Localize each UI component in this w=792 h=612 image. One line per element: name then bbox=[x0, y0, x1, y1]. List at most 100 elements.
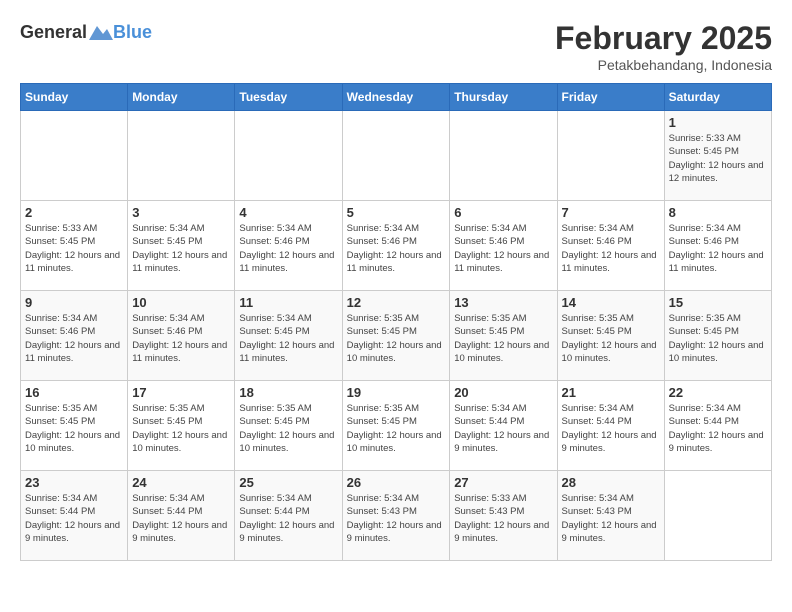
calendar-cell: 28Sunrise: 5:34 AM Sunset: 5:43 PM Dayli… bbox=[557, 471, 664, 561]
weekday-header-wednesday: Wednesday bbox=[342, 84, 450, 111]
calendar-cell: 19 Sunrise: 5:35 AM Sunset: 5:45 PM Dayli… bbox=[342, 381, 450, 471]
day-info: Sunrise: 5:34 AM Sunset: 5:46 PM Dayligh… bbox=[239, 222, 337, 275]
calendar-cell: 24 Sunrise: 5:34 AM Sunset: 5:44 PM Dayli… bbox=[128, 471, 235, 561]
day-number: 12 bbox=[347, 295, 446, 310]
day-number: 8 bbox=[669, 205, 767, 220]
logo-icon bbox=[89, 20, 113, 44]
day-number: 9 bbox=[25, 295, 123, 310]
calendar-cell: 1Sunrise: 5:33 AM Sunset: 5:45 PM Daylig… bbox=[664, 111, 771, 201]
day-number: 6 bbox=[454, 205, 552, 220]
logo-blue: Blue bbox=[113, 22, 152, 43]
day-number: 2 bbox=[25, 205, 123, 220]
day-info: Sunrise: 5:34 AM Sunset: 5:44 PM Dayligh… bbox=[132, 492, 230, 545]
weekday-header-thursday: Thursday bbox=[450, 84, 557, 111]
weekday-header-monday: Monday bbox=[128, 84, 235, 111]
day-info: Sunrise: 5:34 AM Sunset: 5:44 PM Dayligh… bbox=[25, 492, 123, 545]
calendar-cell: 15Sunrise: 5:35 AM Sunset: 5:45 PM Dayli… bbox=[664, 291, 771, 381]
calendar-cell bbox=[664, 471, 771, 561]
calendar-cell: 3 Sunrise: 5:34 AM Sunset: 5:45 PM Daylig… bbox=[128, 201, 235, 291]
calendar-cell: 2Sunrise: 5:33 AM Sunset: 5:45 PM Daylig… bbox=[21, 201, 128, 291]
page-header: General Blue February 2025 Petakbehandan… bbox=[20, 20, 772, 73]
day-info: Sunrise: 5:34 AM Sunset: 5:44 PM Dayligh… bbox=[669, 402, 767, 455]
calendar-cell: 12Sunrise: 5:35 AM Sunset: 5:45 PM Dayli… bbox=[342, 291, 450, 381]
calendar-cell bbox=[557, 111, 664, 201]
calendar-cell: 14 Sunrise: 5:35 AM Sunset: 5:45 PM Dayli… bbox=[557, 291, 664, 381]
calendar-week-row: 16 Sunrise: 5:35 AM Sunset: 5:45 PM Dayli… bbox=[21, 381, 772, 471]
day-number: 24 bbox=[132, 475, 230, 490]
calendar-table: SundayMondayTuesdayWednesdayThursdayFrid… bbox=[20, 83, 772, 561]
day-number: 11 bbox=[239, 295, 337, 310]
day-number: 10 bbox=[132, 295, 230, 310]
calendar-cell: 11 Sunrise: 5:34 AM Sunset: 5:45 PM Dayli… bbox=[235, 291, 342, 381]
title-block: February 2025 Petakbehandang, Indonesia bbox=[555, 20, 772, 73]
calendar-cell: 17 Sunrise: 5:35 AM Sunset: 5:45 PM Dayli… bbox=[128, 381, 235, 471]
day-number: 23 bbox=[25, 475, 123, 490]
day-number: 5 bbox=[347, 205, 446, 220]
calendar-cell: 25 Sunrise: 5:34 AM Sunset: 5:44 PM Dayli… bbox=[235, 471, 342, 561]
day-number: 13 bbox=[454, 295, 552, 310]
calendar-cell: 18Sunrise: 5:35 AM Sunset: 5:45 PM Dayli… bbox=[235, 381, 342, 471]
day-info: Sunrise: 5:34 AM Sunset: 5:46 PM Dayligh… bbox=[132, 312, 230, 365]
weekday-header-row: SundayMondayTuesdayWednesdayThursdayFrid… bbox=[21, 84, 772, 111]
day-info: Sunrise: 5:34 AM Sunset: 5:44 PM Dayligh… bbox=[562, 402, 660, 455]
calendar-cell: 4 Sunrise: 5:34 AM Sunset: 5:46 PM Daylig… bbox=[235, 201, 342, 291]
day-info: Sunrise: 5:35 AM Sunset: 5:45 PM Dayligh… bbox=[454, 312, 552, 365]
calendar-body: 1Sunrise: 5:33 AM Sunset: 5:45 PM Daylig… bbox=[21, 111, 772, 561]
day-info: Sunrise: 5:34 AM Sunset: 5:45 PM Dayligh… bbox=[239, 312, 337, 365]
logo-general: General bbox=[20, 22, 87, 43]
day-number: 7 bbox=[562, 205, 660, 220]
calendar-cell bbox=[342, 111, 450, 201]
day-number: 26 bbox=[347, 475, 446, 490]
day-number: 17 bbox=[132, 385, 230, 400]
day-number: 25 bbox=[239, 475, 337, 490]
day-info: Sunrise: 5:33 AM Sunset: 5:43 PM Dayligh… bbox=[454, 492, 552, 545]
calendar-cell: 9 Sunrise: 5:34 AM Sunset: 5:46 PM Daylig… bbox=[21, 291, 128, 381]
calendar-cell: 7 Sunrise: 5:34 AM Sunset: 5:46 PM Daylig… bbox=[557, 201, 664, 291]
day-info: Sunrise: 5:34 AM Sunset: 5:46 PM Dayligh… bbox=[669, 222, 767, 275]
month-year-title: February 2025 bbox=[555, 20, 772, 57]
day-info: Sunrise: 5:34 AM Sunset: 5:46 PM Dayligh… bbox=[347, 222, 446, 275]
day-number: 4 bbox=[239, 205, 337, 220]
calendar-cell: 23 Sunrise: 5:34 AM Sunset: 5:44 PM Dayli… bbox=[21, 471, 128, 561]
day-info: Sunrise: 5:35 AM Sunset: 5:45 PM Dayligh… bbox=[347, 402, 446, 455]
calendar-header: SundayMondayTuesdayWednesdayThursdayFrid… bbox=[21, 84, 772, 111]
calendar-cell: 22 Sunrise: 5:34 AM Sunset: 5:44 PM Dayli… bbox=[664, 381, 771, 471]
day-info: Sunrise: 5:34 AM Sunset: 5:44 PM Dayligh… bbox=[454, 402, 552, 455]
weekday-header-friday: Friday bbox=[557, 84, 664, 111]
day-info: Sunrise: 5:35 AM Sunset: 5:45 PM Dayligh… bbox=[25, 402, 123, 455]
weekday-header-tuesday: Tuesday bbox=[235, 84, 342, 111]
day-number: 20 bbox=[454, 385, 552, 400]
calendar-week-row: 9 Sunrise: 5:34 AM Sunset: 5:46 PM Daylig… bbox=[21, 291, 772, 381]
logo: General Blue bbox=[20, 20, 152, 44]
calendar-cell: 5 Sunrise: 5:34 AM Sunset: 5:46 PM Daylig… bbox=[342, 201, 450, 291]
day-number: 3 bbox=[132, 205, 230, 220]
day-info: Sunrise: 5:34 AM Sunset: 5:46 PM Dayligh… bbox=[25, 312, 123, 365]
day-number: 16 bbox=[25, 385, 123, 400]
day-info: Sunrise: 5:34 AM Sunset: 5:43 PM Dayligh… bbox=[562, 492, 660, 545]
weekday-header-sunday: Sunday bbox=[21, 84, 128, 111]
day-info: Sunrise: 5:35 AM Sunset: 5:45 PM Dayligh… bbox=[669, 312, 767, 365]
day-number: 14 bbox=[562, 295, 660, 310]
calendar-cell bbox=[450, 111, 557, 201]
day-number: 27 bbox=[454, 475, 552, 490]
calendar-cell: 10 Sunrise: 5:34 AM Sunset: 5:46 PM Dayli… bbox=[128, 291, 235, 381]
calendar-cell bbox=[235, 111, 342, 201]
day-number: 21 bbox=[562, 385, 660, 400]
day-info: Sunrise: 5:35 AM Sunset: 5:45 PM Dayligh… bbox=[132, 402, 230, 455]
calendar-cell bbox=[21, 111, 128, 201]
day-number: 18 bbox=[239, 385, 337, 400]
calendar-cell: 26Sunrise: 5:34 AM Sunset: 5:43 PM Dayli… bbox=[342, 471, 450, 561]
day-info: Sunrise: 5:34 AM Sunset: 5:46 PM Dayligh… bbox=[454, 222, 552, 275]
day-number: 19 bbox=[347, 385, 446, 400]
calendar-cell: 8 Sunrise: 5:34 AM Sunset: 5:46 PM Daylig… bbox=[664, 201, 771, 291]
day-info: Sunrise: 5:35 AM Sunset: 5:45 PM Dayligh… bbox=[562, 312, 660, 365]
calendar-cell: 16 Sunrise: 5:35 AM Sunset: 5:45 PM Dayli… bbox=[21, 381, 128, 471]
day-number: 1 bbox=[669, 115, 767, 130]
calendar-cell: 13 Sunrise: 5:35 AM Sunset: 5:45 PM Dayli… bbox=[450, 291, 557, 381]
day-info: Sunrise: 5:34 AM Sunset: 5:46 PM Dayligh… bbox=[562, 222, 660, 275]
calendar-week-row: 2Sunrise: 5:33 AM Sunset: 5:45 PM Daylig… bbox=[21, 201, 772, 291]
day-info: Sunrise: 5:34 AM Sunset: 5:44 PM Dayligh… bbox=[239, 492, 337, 545]
calendar-cell: 21 Sunrise: 5:34 AM Sunset: 5:44 PM Dayli… bbox=[557, 381, 664, 471]
day-number: 22 bbox=[669, 385, 767, 400]
day-info: Sunrise: 5:34 AM Sunset: 5:45 PM Dayligh… bbox=[132, 222, 230, 275]
